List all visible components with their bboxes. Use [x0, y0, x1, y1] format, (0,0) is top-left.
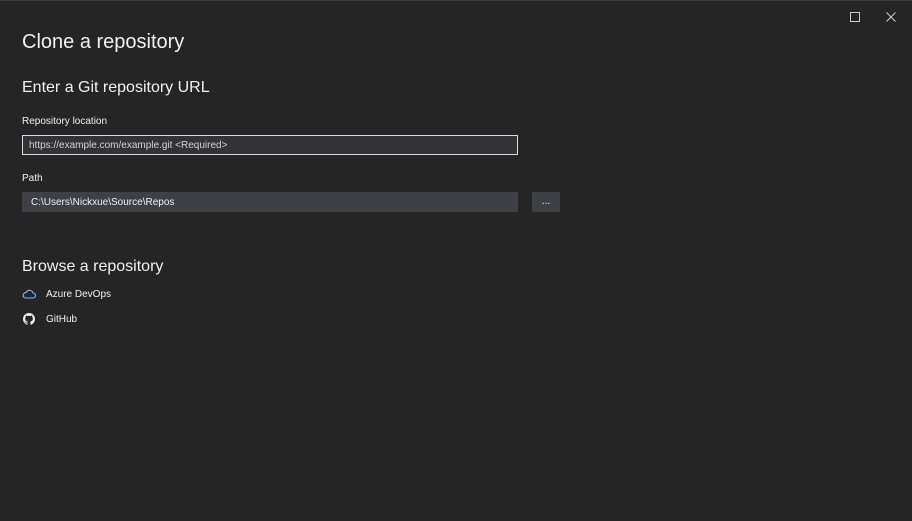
github-link[interactable]: GitHub — [22, 312, 77, 326]
github-label: GitHub — [46, 313, 78, 325]
clone-repository-dialog: Clone a repository Enter a Git repositor… — [0, 0, 912, 521]
repository-location-input[interactable] — [22, 135, 518, 155]
url-section-heading: Enter a Git repository URL — [22, 79, 210, 96]
cloud-icon — [22, 287, 36, 301]
browse-path-button[interactable]: ... — [532, 192, 560, 212]
path-input[interactable] — [22, 192, 518, 212]
page-title: Clone a repository — [22, 31, 185, 53]
window-controls — [844, 9, 902, 25]
browse-section-heading: Browse a repository — [22, 258, 164, 275]
path-label: Path — [22, 173, 43, 184]
azure-devops-link[interactable]: Azure DevOps — [22, 287, 111, 301]
close-icon — [886, 12, 896, 22]
repository-location-label: Repository location — [22, 116, 108, 127]
maximize-button[interactable] — [844, 9, 866, 25]
azure-devops-label: Azure DevOps — [46, 288, 112, 300]
maximize-icon — [850, 12, 860, 22]
github-icon — [22, 312, 36, 326]
close-button[interactable] — [880, 9, 902, 25]
